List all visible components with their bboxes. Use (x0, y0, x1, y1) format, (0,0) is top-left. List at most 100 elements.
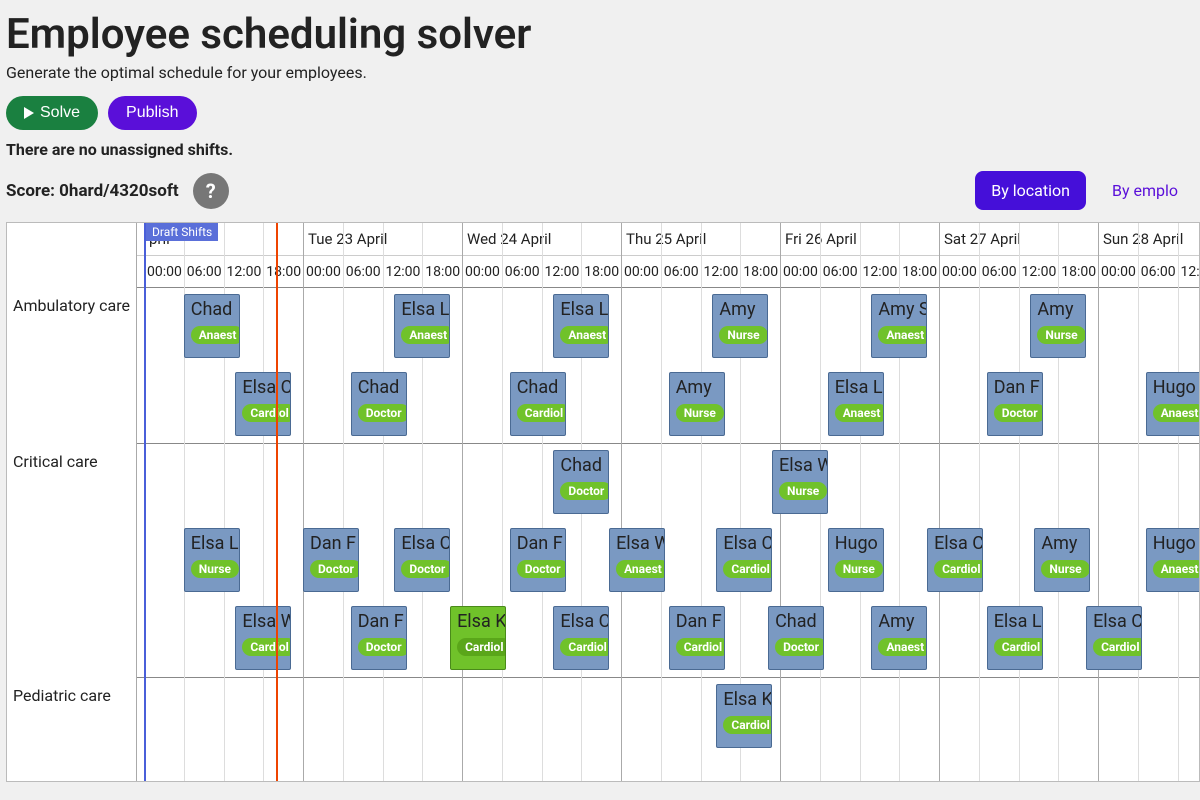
shift-role-badge: Doctor (560, 482, 609, 500)
shift-block[interactable]: Elsa W Nurse (772, 450, 828, 514)
shift-block[interactable]: Chad Doctor (351, 372, 407, 436)
solve-button[interactable]: Solve (6, 96, 98, 130)
shift-block[interactable]: Elsa L Nurse (184, 528, 240, 592)
resource-row-pediatric: Pediatric care Elsa KCardiol (7, 677, 1199, 782)
shift-role-badge: Doctor (775, 638, 824, 656)
shift-block[interactable]: Chad Doctor (768, 606, 824, 670)
day-gridline (939, 223, 940, 781)
shift-block[interactable]: Hugo Nurse (828, 528, 884, 592)
play-icon (24, 107, 34, 119)
shift-role-badge: Doctor (358, 638, 407, 656)
shift-role-badge: Cardiol (457, 638, 506, 656)
shift-block[interactable]: Dan FDoctor (303, 528, 359, 592)
shift-role-badge: Cardiol (1093, 638, 1142, 656)
hour-gridline (383, 223, 384, 781)
shift-name: Chad (560, 455, 602, 476)
shift-role-badge: Anaest (1153, 404, 1200, 422)
shift-role-badge: Anaest (560, 326, 609, 344)
shift-block[interactable]: HugoAnaest (1146, 372, 1200, 436)
shift-block[interactable]: ChadCardiol (510, 372, 566, 436)
shift-name: Amy (1037, 299, 1079, 320)
hour-label: 18:00 (422, 256, 462, 287)
shift-role-badge: Cardiol (723, 560, 772, 578)
hour-label: 00:00 (462, 256, 502, 287)
shift-block[interactable]: Elsa WAnaest (609, 528, 665, 592)
shift-block[interactable]: HugoAnaest (1146, 528, 1200, 592)
shift-name: Chad (775, 611, 817, 632)
shift-name: Dan F (358, 611, 400, 632)
shift-name: Dan F (310, 533, 352, 554)
hour-label: 06:00 (661, 256, 701, 287)
shift-block[interactable]: ChadAnaest (184, 294, 240, 358)
shift-block[interactable]: AmyNurse (1034, 528, 1090, 592)
tab-by-employee[interactable]: By emplo (1096, 171, 1194, 210)
shift-block[interactable]: Elsa CDoctor (394, 528, 450, 592)
shift-role-badge: Doctor (517, 560, 566, 578)
shift-block[interactable]: Amy Nurse (1030, 294, 1086, 358)
shift-role-badge: Cardiol (242, 404, 291, 422)
shift-name: Elsa L (191, 533, 233, 554)
hour-label: 12:00 (860, 256, 900, 287)
shift-block[interactable]: Elsa LCardiol (987, 606, 1043, 670)
shift-block[interactable]: Elsa CCardiol (235, 372, 291, 436)
shift-role-badge: Doctor (994, 404, 1043, 422)
timeline-grid[interactable]: prilTue 23 AprilWed 24 AprilThu 25 April… (6, 222, 1200, 782)
hour-label: 18:00 (740, 256, 780, 287)
shift-name: Chad (358, 377, 400, 398)
shift-block[interactable]: Elsa LAnaest (828, 372, 884, 436)
shift-block[interactable]: Dan FDoctor (987, 372, 1043, 436)
hour-gridline (661, 223, 662, 781)
hour-label: 00:00 (144, 256, 184, 287)
shift-role-badge: Anaest (191, 326, 240, 344)
hour-gridline (542, 223, 543, 781)
shift-name: Amy S (878, 299, 920, 320)
shift-block[interactable]: Dan FDoctor (510, 528, 566, 592)
shift-name: Elsa W (779, 455, 821, 476)
shift-block[interactable]: Dan FCardiol (669, 606, 725, 670)
resource-row-critical: Critical careChadDoctorElsa WNurseElsa L… (7, 443, 1199, 677)
shift-block[interactable]: Elsa CCardiol (1086, 606, 1142, 670)
shift-block[interactable]: Amy SAnaest (871, 294, 927, 358)
shift-name: Elsa C (934, 533, 976, 554)
shift-role-badge: Anaest (878, 638, 927, 656)
hour-label: 06:00 (979, 256, 1019, 287)
shift-role-badge: Nurse (191, 560, 239, 578)
shift-name: Hugo (835, 533, 877, 554)
hour-gridline (263, 223, 264, 781)
shift-block[interactable]: Elsa KCardiol (716, 684, 772, 748)
resource-label: Pediatric care (7, 678, 137, 782)
shift-block[interactable]: Elsa LAnaest (394, 294, 450, 358)
hour-label: 12:00 (383, 256, 423, 287)
shift-block[interactable]: AmyNurse (669, 372, 725, 436)
shift-role-badge: Cardiol (242, 638, 291, 656)
shift-block[interactable]: Dan F Doctor (351, 606, 407, 670)
shift-name: Amy (878, 611, 920, 632)
draft-marker-line (144, 223, 146, 781)
hour-gridline (701, 223, 702, 781)
shift-block[interactable]: Elsa KCardiol (450, 606, 506, 670)
day-gridline (1098, 223, 1099, 781)
shift-block[interactable]: Elsa CCardiol (927, 528, 983, 592)
publish-button[interactable]: Publish (108, 96, 196, 130)
shift-block[interactable]: Elsa CCardiol (553, 606, 609, 670)
hour-gridline (502, 223, 503, 781)
shift-role-badge: Nurse (1037, 326, 1085, 344)
shift-block[interactable]: Amy Anaest (871, 606, 927, 670)
hour-label: 00:00 (1098, 256, 1138, 287)
shift-role-badge: Cardiol (517, 404, 566, 422)
help-button[interactable]: ? (193, 173, 229, 209)
day-label: Sun 28 April (1098, 223, 1200, 255)
shift-block[interactable]: Elsa CCardiol (716, 528, 772, 592)
shift-role-badge: Doctor (358, 404, 407, 422)
shift-block[interactable]: Chad Doctor (553, 450, 609, 514)
shift-role-badge: Nurse (779, 482, 827, 500)
shift-block[interactable]: Elsa L Anaest (553, 294, 609, 358)
day-gridline (303, 223, 304, 781)
hour-label: 18:00 (581, 256, 621, 287)
shift-role-badge: Nurse (835, 560, 883, 578)
shift-name: Elsa L (560, 299, 602, 320)
hour-gridline (1138, 223, 1139, 781)
tab-by-location[interactable]: By location (975, 171, 1086, 210)
shift-block[interactable]: Elsa WCardiol (235, 606, 291, 670)
shift-block[interactable]: AmyNurse (712, 294, 768, 358)
